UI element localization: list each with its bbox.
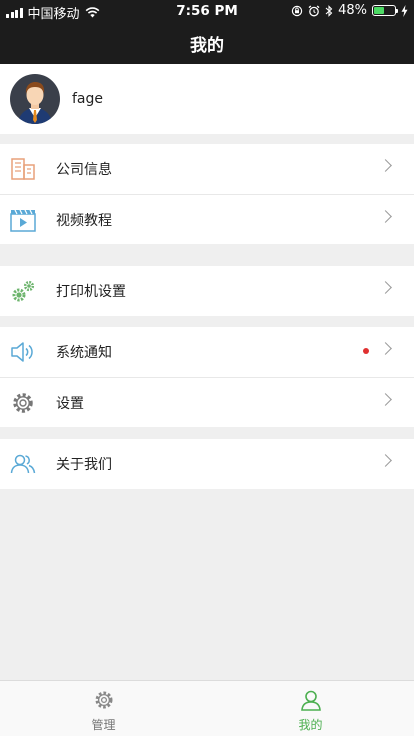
status-bar: 中国移动 7:56 PM 48% (0, 0, 414, 22)
bluetooth-icon (325, 4, 333, 17)
chevron-right-icon (379, 454, 392, 467)
speaker-icon (10, 339, 36, 365)
menu-group-company: 公司信息 视频教程 (0, 144, 414, 244)
chevron-right-icon (379, 210, 392, 223)
chevron-right-icon (379, 281, 392, 294)
page-title: 我的 (190, 35, 224, 56)
menu-item-label: 系统通知 (56, 345, 112, 361)
charging-icon (401, 4, 408, 17)
chevron-right-icon (379, 159, 392, 172)
menu-group-system: 系统通知 设置 (0, 327, 414, 427)
people-icon (10, 451, 36, 477)
gear-icon (95, 691, 112, 709)
menu-item-label: 公司信息 (56, 162, 112, 178)
menu-item-label: 打印机设置 (56, 284, 126, 300)
building-icon (10, 156, 36, 182)
menu-item-about-us[interactable]: 关于我们 (0, 439, 414, 489)
profile-name: fage (72, 91, 104, 107)
chevron-right-icon (379, 393, 392, 406)
person-icon (300, 690, 321, 711)
battery-icon (372, 5, 398, 16)
battery-percent: 48% (338, 3, 367, 18)
unread-dot (363, 348, 369, 354)
orientation-lock-icon (291, 5, 303, 16)
menu-group-about: 关于我们 (0, 439, 414, 489)
menu-item-company-info[interactable]: 公司信息 (0, 144, 414, 194)
tab-manage[interactable]: 管理 (0, 681, 207, 736)
profile-card[interactable]: fage (0, 64, 414, 134)
video-icon (10, 207, 36, 233)
menu-item-system-notice[interactable]: 系统通知 (0, 327, 414, 377)
tab-label: 管理 (91, 718, 116, 732)
menu-item-label: 关于我们 (56, 457, 112, 473)
menu-item-label: 视频教程 (56, 212, 112, 229)
menu-group-printer: 打印机设置 (0, 266, 414, 316)
menu-item-printer-settings[interactable]: 打印机设置 (0, 266, 414, 316)
menu-item-video-tutorial[interactable]: 视频教程 (0, 194, 414, 244)
menu-item-label: 设置 (56, 395, 84, 412)
gears-icon (10, 278, 36, 304)
gear-icon (10, 390, 36, 416)
chevron-right-icon (379, 342, 392, 355)
nav-bar: 我的 (0, 22, 414, 64)
tab-mine[interactable]: 我的 (207, 681, 414, 736)
menu-item-settings[interactable]: 设置 (0, 377, 414, 427)
tab-label: 我的 (298, 718, 323, 732)
alarm-icon (308, 5, 320, 16)
avatar[interactable] (10, 74, 60, 124)
tab-bar: 管理 我的 (0, 680, 414, 736)
